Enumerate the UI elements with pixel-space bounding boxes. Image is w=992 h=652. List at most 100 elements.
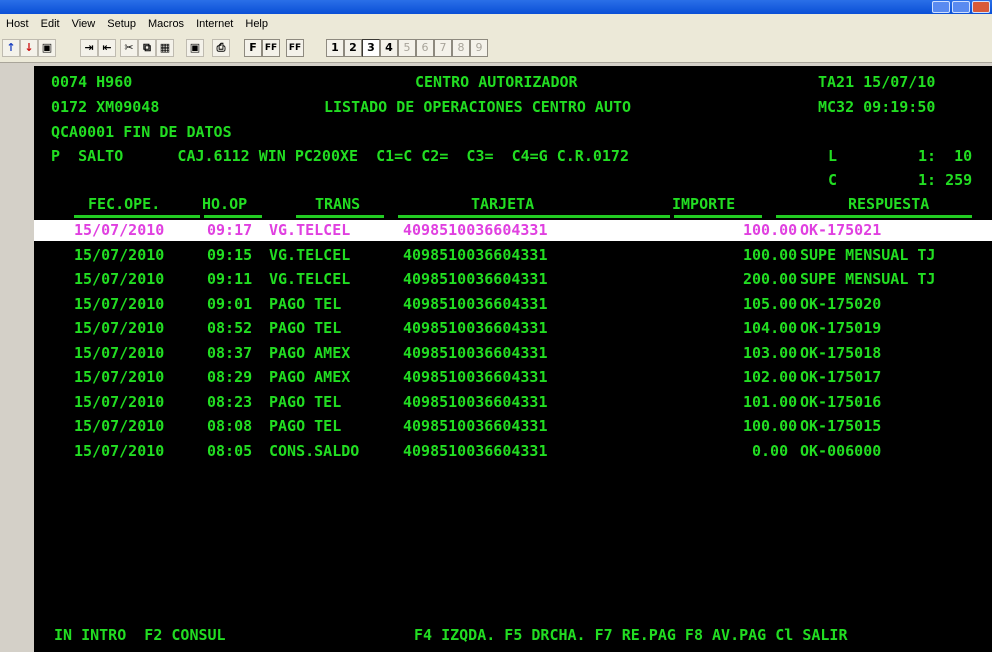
cell-respuesta: OK-175016 bbox=[800, 393, 882, 411]
cell-trans: PAGO TEL bbox=[269, 393, 342, 411]
arrow-down-icon[interactable]: ↓ bbox=[20, 39, 38, 57]
cell-tarjeta: 4098510036604331 bbox=[403, 295, 548, 313]
column-header-hora: HO.OP bbox=[202, 195, 248, 213]
page-value-l: 1: 10 bbox=[918, 147, 973, 165]
cell-fecha: 15/07/2010 bbox=[74, 319, 165, 337]
cell-fecha: 15/07/2010 bbox=[74, 270, 165, 288]
table-row[interactable]: 15/07/2010 08:23 PAGO TEL 40985100366043… bbox=[34, 392, 992, 413]
table-row[interactable]: 15/07/2010 09:17 VG.TELCEL 4098510036604… bbox=[34, 220, 992, 241]
cell-importe: 100.00 bbox=[743, 221, 798, 239]
cell-trans: PAGO TEL bbox=[269, 417, 342, 435]
menu-view[interactable]: View bbox=[66, 14, 102, 34]
cell-fecha: 15/07/2010 bbox=[74, 393, 165, 411]
session-button-2[interactable]: 2 bbox=[344, 39, 362, 57]
cell-importe: 0.00 bbox=[752, 442, 789, 460]
save-icon[interactable]: ▣ bbox=[38, 39, 56, 57]
cell-respuesta: SUPE MENSUAL TJ bbox=[800, 270, 936, 288]
cell-fecha: 15/07/2010 bbox=[74, 221, 165, 239]
table-row[interactable]: 15/07/2010 09:15 VG.TELCEL 4098510036604… bbox=[34, 245, 992, 266]
cell-hora: 09:15 bbox=[207, 246, 253, 264]
cell-trans: VG.TELCEL bbox=[269, 270, 351, 288]
menu-internet[interactable]: Internet bbox=[190, 14, 239, 34]
zoom-icon[interactable]: ▣ bbox=[186, 39, 204, 57]
cell-trans: VG.TELCEL bbox=[269, 221, 351, 239]
table-row[interactable]: 15/07/2010 08:37 PAGO AMEX 4098510036604… bbox=[34, 343, 992, 364]
header-line-1: 0074 H960 CENTRO AUTORIZADOR TA21 15/07/… bbox=[34, 72, 992, 93]
table-row[interactable]: 15/07/2010 08:52 PAGO TEL 40985100366043… bbox=[34, 318, 992, 339]
cell-fecha: 15/07/2010 bbox=[74, 417, 165, 435]
cell-trans: PAGO TEL bbox=[269, 295, 342, 313]
menu-help[interactable]: Help bbox=[239, 14, 274, 34]
cell-respuesta: OK-175018 bbox=[800, 344, 882, 362]
font-button-2[interactable]: FF bbox=[262, 39, 280, 57]
header-line-4: P SALTO CAJ.6112 WIN PC200XE C1=C C2= C3… bbox=[34, 146, 992, 167]
cell-importe: 103.00 bbox=[743, 344, 798, 362]
terminal-screen[interactable]: 0074 H960 CENTRO AUTORIZADOR TA21 15/07/… bbox=[34, 66, 992, 652]
page-label-l: L bbox=[828, 147, 838, 165]
cell-fecha: 15/07/2010 bbox=[74, 368, 165, 386]
table-row[interactable]: 15/07/2010 08:29 PAGO AMEX 4098510036604… bbox=[34, 367, 992, 388]
column-underline bbox=[398, 215, 670, 218]
cell-hora: 08:52 bbox=[207, 319, 253, 337]
paste-icon[interactable]: ▦ bbox=[156, 39, 174, 57]
cell-importe: 200.00 bbox=[743, 270, 798, 288]
cell-fecha: 15/07/2010 bbox=[74, 246, 165, 264]
cell-importe: 101.00 bbox=[743, 393, 798, 411]
session-button-1[interactable]: 1 bbox=[326, 39, 344, 57]
cell-tarjeta: 4098510036604331 bbox=[403, 221, 548, 239]
menu-bar: Host Edit View Setup Macros Internet Help bbox=[0, 14, 992, 34]
cell-hora: 08:08 bbox=[207, 417, 253, 435]
terminal-id: 0074 H960 bbox=[51, 73, 133, 91]
column-underline bbox=[674, 215, 762, 218]
print-icon[interactable]: ⎙ bbox=[212, 39, 230, 57]
cell-trans: PAGO AMEX bbox=[269, 368, 351, 386]
session-button-7[interactable]: 7 bbox=[434, 39, 452, 57]
column-header-respuesta: RESPUESTA bbox=[848, 195, 930, 213]
cell-hora: 08:23 bbox=[207, 393, 253, 411]
toolbar: ↑ ↓ ▣ ⇥ ⇤ ✂ ⧉ ▦ ▣ ⎙ F FF FF 1 2 3 4 5 6 … bbox=[0, 34, 992, 63]
cell-respuesta: OK-175020 bbox=[800, 295, 882, 313]
table-row[interactable]: 15/07/2010 09:11 VG.TELCEL 4098510036604… bbox=[34, 269, 992, 290]
table-row[interactable]: 15/07/2010 09:01 PAGO TEL 40985100366043… bbox=[34, 294, 992, 315]
column-underline bbox=[776, 215, 972, 218]
cell-importe: 100.00 bbox=[743, 246, 798, 264]
cell-fecha: 15/07/2010 bbox=[74, 344, 165, 362]
cell-importe: 105.00 bbox=[743, 295, 798, 313]
column-underline bbox=[74, 215, 200, 218]
session-info: P SALTO CAJ.6112 WIN PC200XE C1=C C2= C3… bbox=[51, 147, 629, 165]
cut-icon[interactable]: ✂ bbox=[120, 39, 138, 57]
close-button[interactable] bbox=[972, 1, 990, 13]
maximize-button[interactable] bbox=[952, 1, 970, 13]
header-line-2: 0172 XM09048 LISTADO DE OPERACIONES CENT… bbox=[34, 97, 992, 118]
minimize-button[interactable] bbox=[932, 1, 950, 13]
session-button-6[interactable]: 6 bbox=[416, 39, 434, 57]
terminal-date: TA21 15/07/10 bbox=[818, 73, 936, 91]
cell-trans: CONS.SALDO bbox=[269, 442, 360, 460]
font-button-3[interactable]: FF bbox=[286, 39, 304, 57]
cell-tarjeta: 4098510036604331 bbox=[403, 368, 548, 386]
cell-tarjeta: 4098510036604331 bbox=[403, 270, 548, 288]
cell-fecha: 15/07/2010 bbox=[74, 295, 165, 313]
table-row[interactable]: 15/07/2010 08:05 CONS.SALDO 409851003660… bbox=[34, 441, 992, 462]
column-header-tarjeta: TARJETA bbox=[471, 195, 535, 213]
cell-tarjeta: 4098510036604331 bbox=[403, 393, 548, 411]
cell-respuesta: OK-175015 bbox=[800, 417, 882, 435]
receive-file-icon[interactable]: ⇤ bbox=[98, 39, 116, 57]
menu-setup[interactable]: Setup bbox=[101, 14, 142, 34]
header-line-5: C 1: 259 bbox=[34, 170, 992, 191]
menu-host[interactable]: Host bbox=[0, 14, 35, 34]
table-row[interactable]: 15/07/2010 08:08 PAGO TEL 40985100366043… bbox=[34, 416, 992, 437]
menu-edit[interactable]: Edit bbox=[35, 14, 66, 34]
font-button-1[interactable]: F bbox=[244, 39, 262, 57]
session-button-4[interactable]: 4 bbox=[380, 39, 398, 57]
session-button-5[interactable]: 5 bbox=[398, 39, 416, 57]
arrow-up-icon[interactable]: ↑ bbox=[2, 39, 20, 57]
session-button-3[interactable]: 3 bbox=[362, 39, 380, 57]
menu-macros[interactable]: Macros bbox=[142, 14, 190, 34]
copy-icon[interactable]: ⧉ bbox=[138, 39, 156, 57]
cell-tarjeta: 4098510036604331 bbox=[403, 246, 548, 264]
session-button-9[interactable]: 9 bbox=[470, 39, 488, 57]
session-button-8[interactable]: 8 bbox=[452, 39, 470, 57]
send-file-icon[interactable]: ⇥ bbox=[80, 39, 98, 57]
status-message: QCA0001 FIN DE DATOS bbox=[51, 123, 232, 141]
